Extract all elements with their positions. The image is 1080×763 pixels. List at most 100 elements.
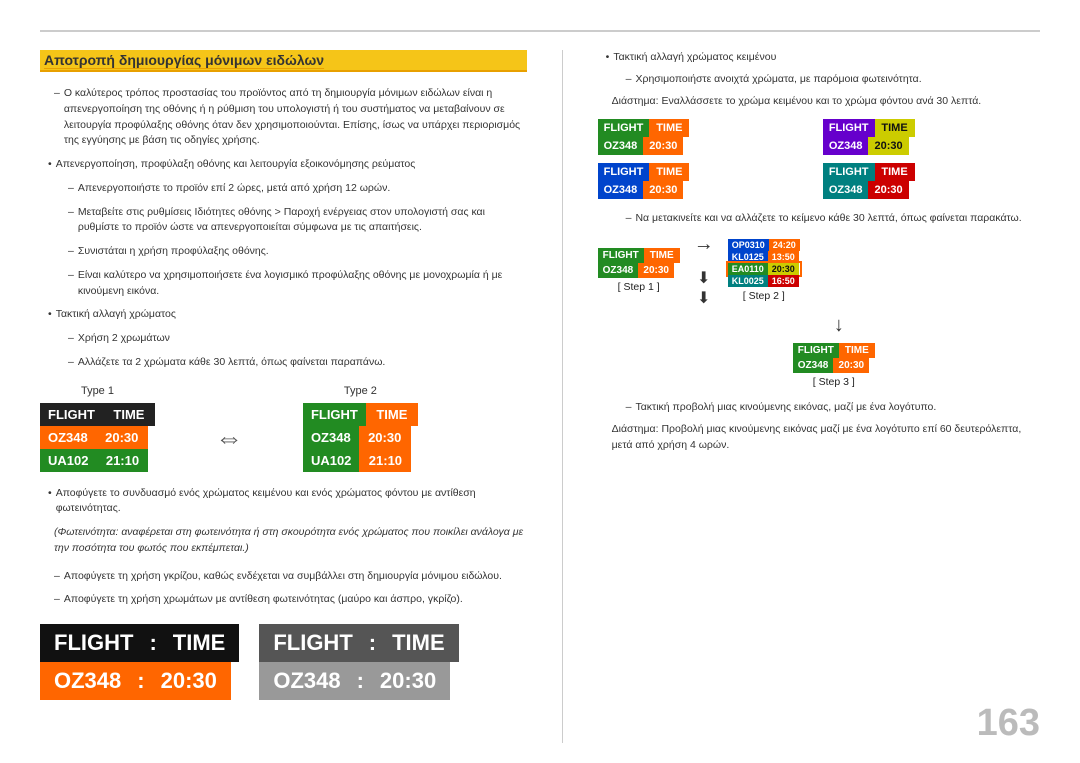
bb1-colon1: : — [147, 624, 158, 662]
step2-board: OP0310 24:20 KL0125 13:50 EA0110 20:30 — [728, 239, 800, 287]
bb2-flight: FLIGHT — [259, 624, 366, 662]
type1-board: FLIGHT TIME OZ348 20:30 UA102 21:10 — [40, 403, 155, 472]
m3-time: TIME — [649, 163, 689, 181]
sub-power-4: Είναι καλύτερο να χρησιμοποιήσετε ένα λο… — [68, 268, 527, 300]
mini-board-3: FLIGHT TIME OZ348 20:30 — [598, 163, 815, 199]
step3-board: FLIGHT TIME OZ348 20:30 — [793, 343, 875, 373]
m4-time: TIME — [875, 163, 915, 181]
step3-oz: OZ348 — [793, 358, 834, 373]
content-area: Αποτροπή δημιουργίας μόνιμων ειδώλων Ο κ… — [40, 50, 1040, 743]
page-number: 163 — [977, 702, 1040, 745]
t2-flight-header: FLIGHT — [303, 403, 366, 426]
bb1-time: TIME — [159, 624, 240, 662]
m4-oz: OZ348 — [823, 181, 869, 199]
m3-flight: FLIGHT — [598, 163, 650, 181]
avoid-text: Αποφύγετε το συνδυασμό ενός χρώματος κει… — [48, 486, 527, 518]
moving-image-heading: Τακτική προβολή μιας κινούμενης εικόνας,… — [626, 400, 1040, 416]
color-change-heading: Τακτική αλλαγή χρώματος κειμένου — [606, 50, 1040, 66]
bb1-flight: FLIGHT — [40, 624, 147, 662]
step1-time: TIME — [644, 248, 680, 263]
m2-flight: FLIGHT — [823, 119, 875, 137]
s2-r2-c1: KL0125 — [728, 251, 768, 263]
step-note: Να μετακινείτε και να αλλάζετε το κείμεν… — [626, 211, 1040, 227]
t2-2030: 20:30 — [359, 426, 411, 449]
step1-block: FLIGHT TIME OZ348 20:30 [ Step 1 ] — [598, 248, 680, 293]
vertical-divider — [562, 50, 563, 743]
step1-board: FLIGHT TIME OZ348 20:30 — [598, 248, 680, 278]
section-heading: Αποτροπή δημιουργίας μόνιμων ειδώλων — [40, 50, 527, 72]
bb2-colon2: : — [355, 662, 366, 700]
top-rule — [40, 30, 1040, 32]
type2-block: Type 2 FLIGHT TIME OZ348 20:30 UA102 21: — [303, 385, 418, 472]
right-column: Τακτική αλλαγή χρώματος κειμένου Χρησιμο… — [598, 50, 1040, 743]
m1-flight: FLIGHT — [598, 119, 650, 137]
m2-time: TIME — [875, 119, 915, 137]
page: Αποτροπή δημιουργίας μόνιμων ειδώλων Ο κ… — [0, 0, 1080, 763]
color-change-note: Χρησιμοποιήστε ανοιχτά χρώματα, με παρόμ… — [626, 72, 1040, 88]
s2-r1-c1: OP0310 — [728, 239, 769, 251]
bb2-colon1: : — [367, 624, 378, 662]
m4-val: 20:30 — [868, 181, 908, 199]
sub-color-2: Αλλάζετε τα 2 χρώματα κάθε 30 λεπτά, όπω… — [68, 355, 527, 371]
brightness-note: (Φωτεινότητα: αναφέρεται στη φωτεινότητα… — [54, 525, 527, 557]
step1-oz: OZ348 — [598, 263, 639, 278]
m1-val: 20:30 — [643, 137, 683, 155]
interval-note: Διάστημα: Εναλλάσσετε το χρώμα κειμένου … — [612, 94, 1040, 110]
moving-image-note: Διάστημα: Προβολή μιας κινούμενης εικόνα… — [612, 422, 1040, 454]
avoid-contrast: Αποφύγετε τη χρήση χρωμάτων με αντίθεση … — [54, 592, 527, 608]
down-arrows-icon: ⬇⬇ — [697, 268, 710, 308]
bullet-power: Απενεργοποίηση, προφύλαξη οθόνης και λει… — [48, 157, 527, 173]
avoid-gray: Αποφύγετε τη χρήση γκρίζου, καθώς ενδέχε… — [54, 569, 527, 585]
bb1-colon2: : — [135, 662, 146, 700]
sub-power-3: Συνιστάται η χρήση προφύλαξης οθόνης. — [68, 244, 527, 260]
m1-oz: OZ348 — [598, 137, 644, 155]
arrow-step1-2: → ⬇⬇ — [694, 233, 714, 308]
bottom-boards: FLIGHT : TIME OZ348 : 20:30 FLIGHT : — [40, 624, 527, 700]
s2-r1-c2: 24:20 — [769, 239, 800, 251]
step1-val: 20:30 — [638, 263, 674, 278]
t2-time-header: TIME — [366, 403, 418, 426]
left-column: Αποτροπή δημιουργίας μόνιμων ειδώλων Ο κ… — [40, 50, 527, 743]
mini-board-1: FLIGHT TIME OZ348 20:30 — [598, 119, 815, 155]
mini-board-4: FLIGHT TIME OZ348 20:30 — [823, 163, 1040, 199]
sub-power-1: Απενεργοποιήστε το προϊόν επί 2 ώρες, με… — [68, 181, 527, 197]
steps-area: FLIGHT TIME OZ348 20:30 [ Step 1 ] → — [598, 233, 1040, 388]
s2-r4-c2: 16:50 — [768, 275, 799, 287]
t1-2110: 21:10 — [96, 449, 148, 472]
big-board-2: FLIGHT : TIME OZ348 : 20:30 — [259, 624, 458, 700]
m2-val: 20:30 — [868, 137, 908, 155]
m2-oz: OZ348 — [823, 137, 869, 155]
step1-flight: FLIGHT — [598, 248, 644, 263]
step1-2-row: FLIGHT TIME OZ348 20:30 [ Step 1 ] → — [598, 233, 1040, 308]
s2-r3-c1: EA0110 — [728, 263, 768, 275]
step3-val: 20:30 — [833, 358, 869, 373]
arrow-step2-3: ↓ — [638, 314, 1040, 337]
s2-r2-c2: 13:50 — [768, 251, 799, 263]
down-arrow-icon: ↓ — [834, 314, 844, 336]
step1-label: [ Step 1 ] — [618, 281, 660, 293]
right-arrow-icon: → — [694, 233, 714, 256]
step3-time: TIME — [839, 343, 875, 358]
t1-2030: 20:30 — [96, 426, 148, 449]
t1-time-header: TIME — [103, 403, 155, 426]
bb1-2030: 20:30 — [147, 662, 231, 700]
sub-color-1: Χρήση 2 χρωμάτων — [68, 331, 527, 347]
big-board-1: FLIGHT : TIME OZ348 : 20:30 — [40, 624, 239, 700]
t1-ua102: UA102 — [40, 449, 96, 472]
step3-flight: FLIGHT — [793, 343, 839, 358]
bb1-oz: OZ348 — [40, 662, 135, 700]
step2-label: [ Step 2 ] — [743, 290, 785, 302]
t1-oz348: OZ348 — [40, 426, 96, 449]
s2-r3-c2: 20:30 — [768, 263, 799, 275]
type1-label: Type 1 — [81, 385, 114, 397]
bb2-time: TIME — [378, 624, 459, 662]
step2-block: OP0310 24:20 KL0125 13:50 EA0110 20:30 — [728, 239, 800, 302]
type2-board: FLIGHT TIME OZ348 20:30 UA102 21:10 — [303, 403, 418, 472]
boards-2x2: FLIGHT TIME OZ348 20:30 FLIGHT TIME — [598, 119, 1040, 199]
sub-power-2: Μεταβείτε στις ρυθμίσεις Ιδιότητες οθόνη… — [68, 205, 527, 237]
bb2-oz: OZ348 — [259, 662, 354, 700]
types-row: Type 1 FLIGHT TIME OZ348 20:30 UA102 21: — [40, 385, 527, 472]
m1-time: TIME — [649, 119, 689, 137]
mini-board-2: FLIGHT TIME OZ348 20:30 — [823, 119, 1040, 155]
type1-block: Type 1 FLIGHT TIME OZ348 20:30 UA102 21: — [40, 385, 155, 472]
